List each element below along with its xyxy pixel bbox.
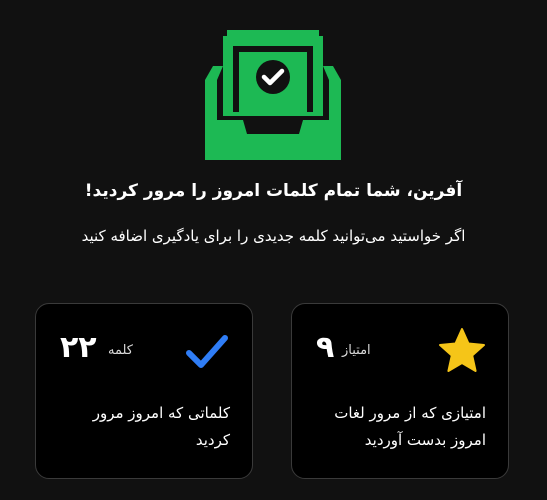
- inbox-check-icon: [205, 30, 341, 160]
- star-icon: [439, 328, 485, 372]
- points-description: امتیازی که از مرور لغات امروز بدست آوردی…: [334, 404, 486, 449]
- review-complete-screen: آفرین، شما تمام کلمات امروز را مرور کردی…: [0, 0, 547, 500]
- words-description: کلماتی که امروز مرور کردید: [92, 404, 230, 449]
- subline: اگر خواستید می‌توانید کلمه جدیدی را برای…: [81, 227, 466, 245]
- points-unit: امتیاز: [342, 343, 371, 358]
- words-count: ۲۲: [60, 330, 97, 365]
- words-reviewed-card: ۲۲ کلمه کلماتی که امروز مرور کردید: [35, 303, 253, 479]
- points-earned-card: ۹ امتیاز امتیازی که از مرور لغات امروز ب…: [291, 303, 509, 479]
- headline: آفرین، شما تمام کلمات امروز را مرور کردی…: [84, 181, 463, 201]
- points-count: ۹: [316, 330, 335, 365]
- words-unit: کلمه: [108, 343, 133, 358]
- checkmark-icon: [186, 335, 228, 368]
